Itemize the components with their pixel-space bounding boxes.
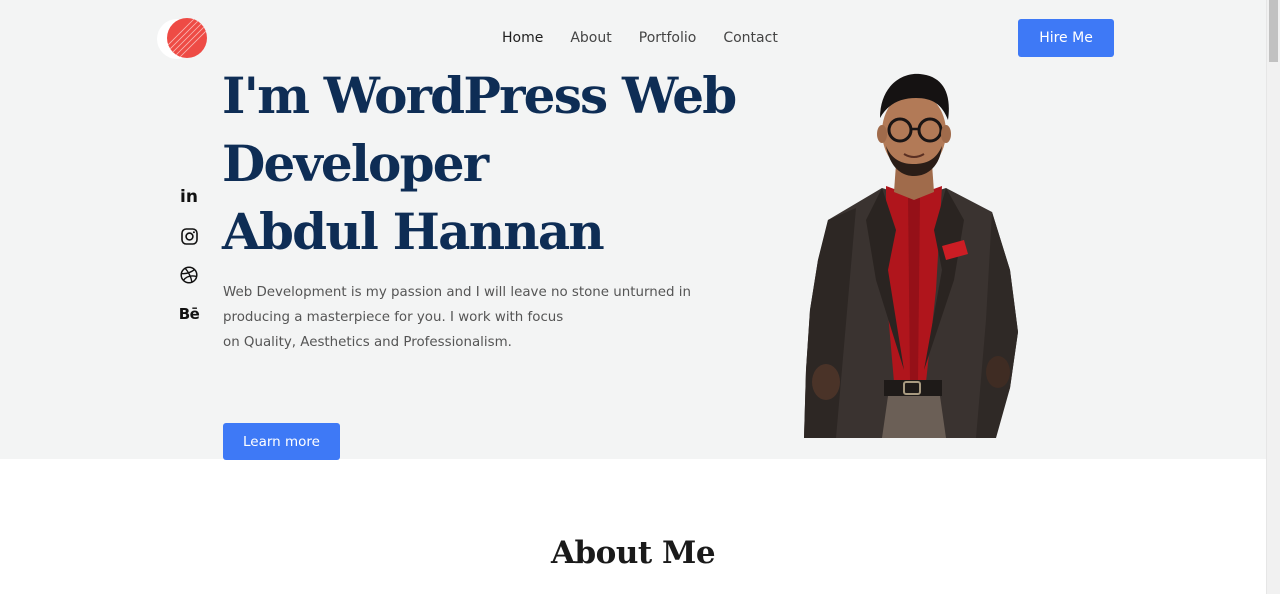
- behance-icon[interactable]: Bē: [176, 301, 202, 327]
- nav-portfolio-link[interactable]: Portfolio: [639, 28, 697, 48]
- social-links: in Bē: [176, 184, 202, 340]
- linkedin-icon[interactable]: in: [176, 184, 202, 210]
- profile-photo: [796, 70, 1026, 438]
- hero-headline: I'm WordPress Web Developer Abdul Hannan: [222, 62, 737, 266]
- hero-headline-line-3: Abdul Hannan: [222, 202, 605, 261]
- learn-more-button[interactable]: Learn more: [223, 423, 340, 460]
- behance-icon-text: Bē: [178, 305, 200, 323]
- about-section-title: About Me: [550, 535, 716, 571]
- linkedin-icon-text: in: [180, 187, 198, 207]
- instagram-icon[interactable]: [176, 223, 202, 249]
- main-nav: Home About Portfolio Contact: [502, 28, 805, 48]
- hero-description: Web Development is my passion and I will…: [223, 280, 693, 355]
- hero-description-line-2: producing a masterpiece for you. I work …: [223, 310, 564, 325]
- nav-contact-link[interactable]: Contact: [723, 28, 777, 48]
- hero-description-line-3: on Quality, Aesthetics and Professionali…: [223, 335, 512, 350]
- dribbble-icon[interactable]: [176, 262, 202, 288]
- page-scrollbar[interactable]: [1266, 0, 1280, 594]
- hire-me-button[interactable]: Hire Me: [1018, 19, 1114, 57]
- nav-home-link[interactable]: Home: [502, 28, 543, 48]
- hero-headline-line-2: Developer: [222, 134, 489, 193]
- hero-description-line-1: Web Development is my passion and I will…: [223, 285, 691, 300]
- hero-headline-line-1: I'm WordPress Web: [222, 66, 737, 125]
- site-logo[interactable]: [156, 17, 208, 59]
- scrollbar-thumb[interactable]: [1269, 0, 1278, 62]
- nav-about-link[interactable]: About: [570, 28, 611, 48]
